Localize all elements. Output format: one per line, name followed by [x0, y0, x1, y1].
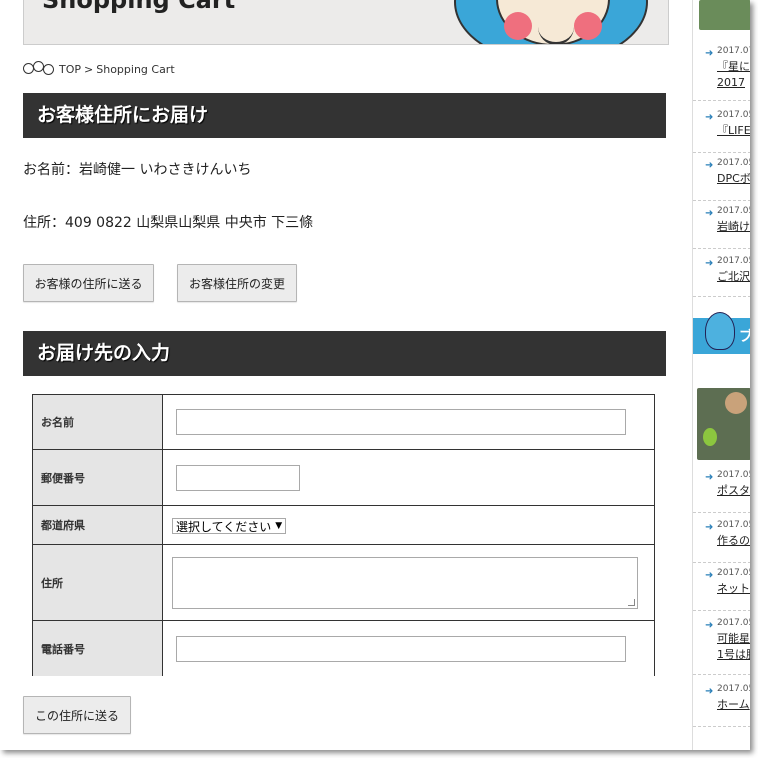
section-heading-delivery-input: お届け先の入力	[23, 331, 666, 376]
news-title[interactable]: ネット、	[717, 582, 750, 596]
news-title[interactable]: 『LIFE	[717, 124, 750, 138]
news-date: 2017.05	[717, 520, 750, 530]
sidebar: ➜ 2017.07 『星に願 2017 ➜ 2017.05 『LIFE ➜ 20…	[692, 0, 750, 750]
arrow-right-icon: ➜	[705, 258, 714, 269]
breadcrumb-current: Shopping Cart	[96, 62, 175, 76]
news-date: 2017.05	[717, 618, 750, 628]
arrow-right-icon: ➜	[705, 686, 714, 697]
arrow-right-icon: ➜	[705, 620, 714, 631]
news-date: 2017.07	[717, 46, 750, 56]
news-date: 2017.05	[717, 470, 750, 480]
news-date: 2017.05	[717, 110, 750, 120]
arrow-right-icon: ➜	[705, 570, 714, 581]
breadcrumb-separator: >	[84, 62, 94, 76]
news-date: 2017.05	[717, 568, 750, 578]
breadcrumb-top-link[interactable]: TOP	[59, 63, 81, 76]
news-title[interactable]: 可能星	[717, 632, 750, 646]
sidebar-news-item[interactable]: ➜ 2017.05 『LIFE	[693, 104, 750, 153]
label-name: お名前	[32, 394, 163, 450]
label-phone: 電話番号	[32, 620, 163, 677]
mascot-smile	[538, 24, 574, 44]
person-face	[725, 392, 747, 414]
customer-address: 住所：409 0822 山梨県山梨県 中央市 下三條	[23, 215, 314, 231]
arrow-right-icon: ➜	[705, 112, 714, 123]
sidebar-news-item[interactable]: ➜ 2017.05 ご北沢	[693, 250, 750, 297]
phone-input[interactable]	[176, 635, 626, 662]
arrow-right-icon: ➜	[705, 208, 714, 219]
news-title[interactable]: ポスタ	[717, 484, 750, 498]
mascot-cheek-right	[574, 12, 602, 40]
sidebar-news-item[interactable]: ➜ 2017.05 岩崎け	[693, 200, 750, 249]
breadcrumb: TOP > Shopping Cart	[23, 59, 175, 79]
sidebar-news-item[interactable]: ➜ 2017.05 可能星 1号は脱	[693, 612, 750, 675]
sidebar-news-item[interactable]: ➜ 2017.05 ホーム	[693, 678, 750, 727]
postal-code-input[interactable]	[176, 464, 300, 491]
news-date: 2017.05	[717, 206, 750, 216]
blue-banner-label: ブ	[739, 326, 750, 346]
sidebar-photo-top	[699, 0, 750, 30]
send-to-this-address-button[interactable]: この住所に送る	[23, 696, 131, 734]
arrow-right-icon: ➜	[705, 48, 714, 59]
mascot-mini-icon	[705, 312, 735, 350]
sidebar-news-item[interactable]: ➜ 2017.05 DPCボ	[693, 152, 750, 201]
name-input[interactable]	[176, 409, 626, 435]
news-title[interactable]: DPCボ	[717, 172, 750, 186]
prefecture-select[interactable]: 選択してください ▼	[172, 518, 287, 534]
sidebar-news-item[interactable]: ➜ 2017.05 ネット、	[693, 562, 750, 611]
page-banner: Shopping Cart	[23, 0, 669, 45]
form-row-prefecture: 都道府県 選択してください ▼	[32, 505, 655, 545]
form-row-name: お名前	[32, 394, 655, 450]
news-title[interactable]: 岩崎け	[717, 220, 750, 234]
news-date: 2017.05	[717, 158, 750, 168]
delivery-form-table: お名前 郵便番号 都道府県 選択してください ▼ 住所 電話番号	[32, 394, 655, 677]
green-mascot	[703, 428, 717, 446]
mascot-illustration	[454, 0, 648, 44]
arrow-right-icon: ➜	[705, 522, 714, 533]
address-textarea[interactable]	[172, 556, 638, 609]
news-title[interactable]: ご北沢	[717, 270, 750, 284]
mascot-cheek-left	[504, 12, 532, 40]
prefecture-select-value: 選択してください	[176, 519, 272, 534]
breadcrumb-logo-icon	[23, 60, 54, 78]
news-title[interactable]: ホーム	[717, 698, 750, 712]
mascot-face	[496, 0, 610, 44]
news-date: 2017.05	[717, 684, 750, 694]
customer-name: お名前：岩崎健一 いわさきけんいち	[23, 162, 252, 178]
label-prefecture: 都道府県	[32, 505, 163, 545]
chevron-down-icon: ▼	[275, 521, 283, 531]
label-address: 住所	[32, 544, 163, 621]
banner-title: Shopping Cart	[42, 0, 236, 14]
news-title-line2[interactable]: 2017	[717, 76, 745, 90]
sidebar-news-item[interactable]: ➜ 2017.05 ポスタ	[693, 464, 750, 513]
sidebar-profile-photo	[697, 388, 750, 460]
change-customer-address-button[interactable]: お客様住所の変更	[177, 264, 297, 302]
news-date: 2017.05	[717, 256, 750, 266]
form-row-phone: 電話番号	[32, 620, 655, 677]
form-row-address: 住所	[32, 544, 655, 621]
label-postal-code: 郵便番号	[32, 449, 163, 506]
news-title[interactable]: 『星に願	[717, 60, 750, 74]
news-title-line2[interactable]: 1号は脱	[717, 648, 750, 662]
section-heading-customer-address: お客様住所にお届け	[23, 93, 666, 138]
main-content: Shopping Cart TOP > Shopping Cart お客様住所に…	[0, 0, 692, 750]
arrow-right-icon: ➜	[705, 160, 714, 171]
send-to-customer-address-button[interactable]: お客様の住所に送る	[23, 264, 154, 302]
news-title[interactable]: 作るの	[717, 534, 750, 548]
sidebar-news-item[interactable]: ➜ 2017.05 作るの	[693, 514, 750, 563]
arrow-right-icon: ➜	[705, 472, 714, 483]
form-row-postal: 郵便番号	[32, 449, 655, 506]
page-frame: Shopping Cart TOP > Shopping Cart お客様住所に…	[0, 0, 750, 750]
sidebar-news-item[interactable]: ➜ 2017.07 『星に願 2017	[693, 40, 750, 101]
sidebar-blue-banner[interactable]: ブ	[693, 312, 750, 354]
